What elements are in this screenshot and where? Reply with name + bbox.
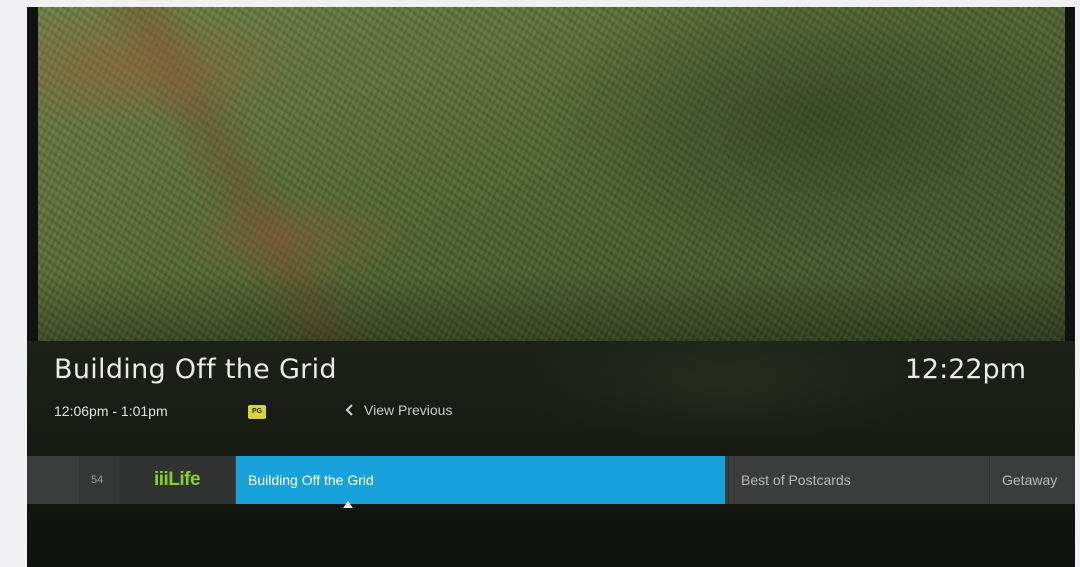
video-preview	[38, 7, 1065, 341]
chevron-left-icon	[345, 404, 353, 416]
program-time-range: 12:06pm - 1:01pm	[54, 403, 168, 419]
channel-number[interactable]: 54	[79, 456, 119, 504]
current-time: 12:22pm	[904, 354, 1026, 385]
view-previous-button[interactable]: View Previous	[345, 402, 452, 418]
video-fade-overlay	[38, 7, 1065, 341]
channel-logo[interactable]: iiiLife	[119, 456, 235, 504]
rating-badge: PG	[248, 405, 266, 419]
tv-screen: 54 iiiLife Building Off the Grid Best of…	[27, 7, 1075, 567]
view-previous-label: View Previous	[364, 402, 453, 418]
program-cell-selected[interactable]: Building Off the Grid	[236, 456, 725, 504]
program-title: Building Off the Grid	[54, 354, 337, 385]
triangle-up-icon	[343, 501, 353, 508]
program-cell[interactable]: Getaway	[989, 456, 1075, 504]
program-cell[interactable]: Best of Postcards	[728, 456, 988, 504]
channel-guide-row: 54 iiiLife Building Off the Grid Best of…	[27, 456, 1075, 504]
